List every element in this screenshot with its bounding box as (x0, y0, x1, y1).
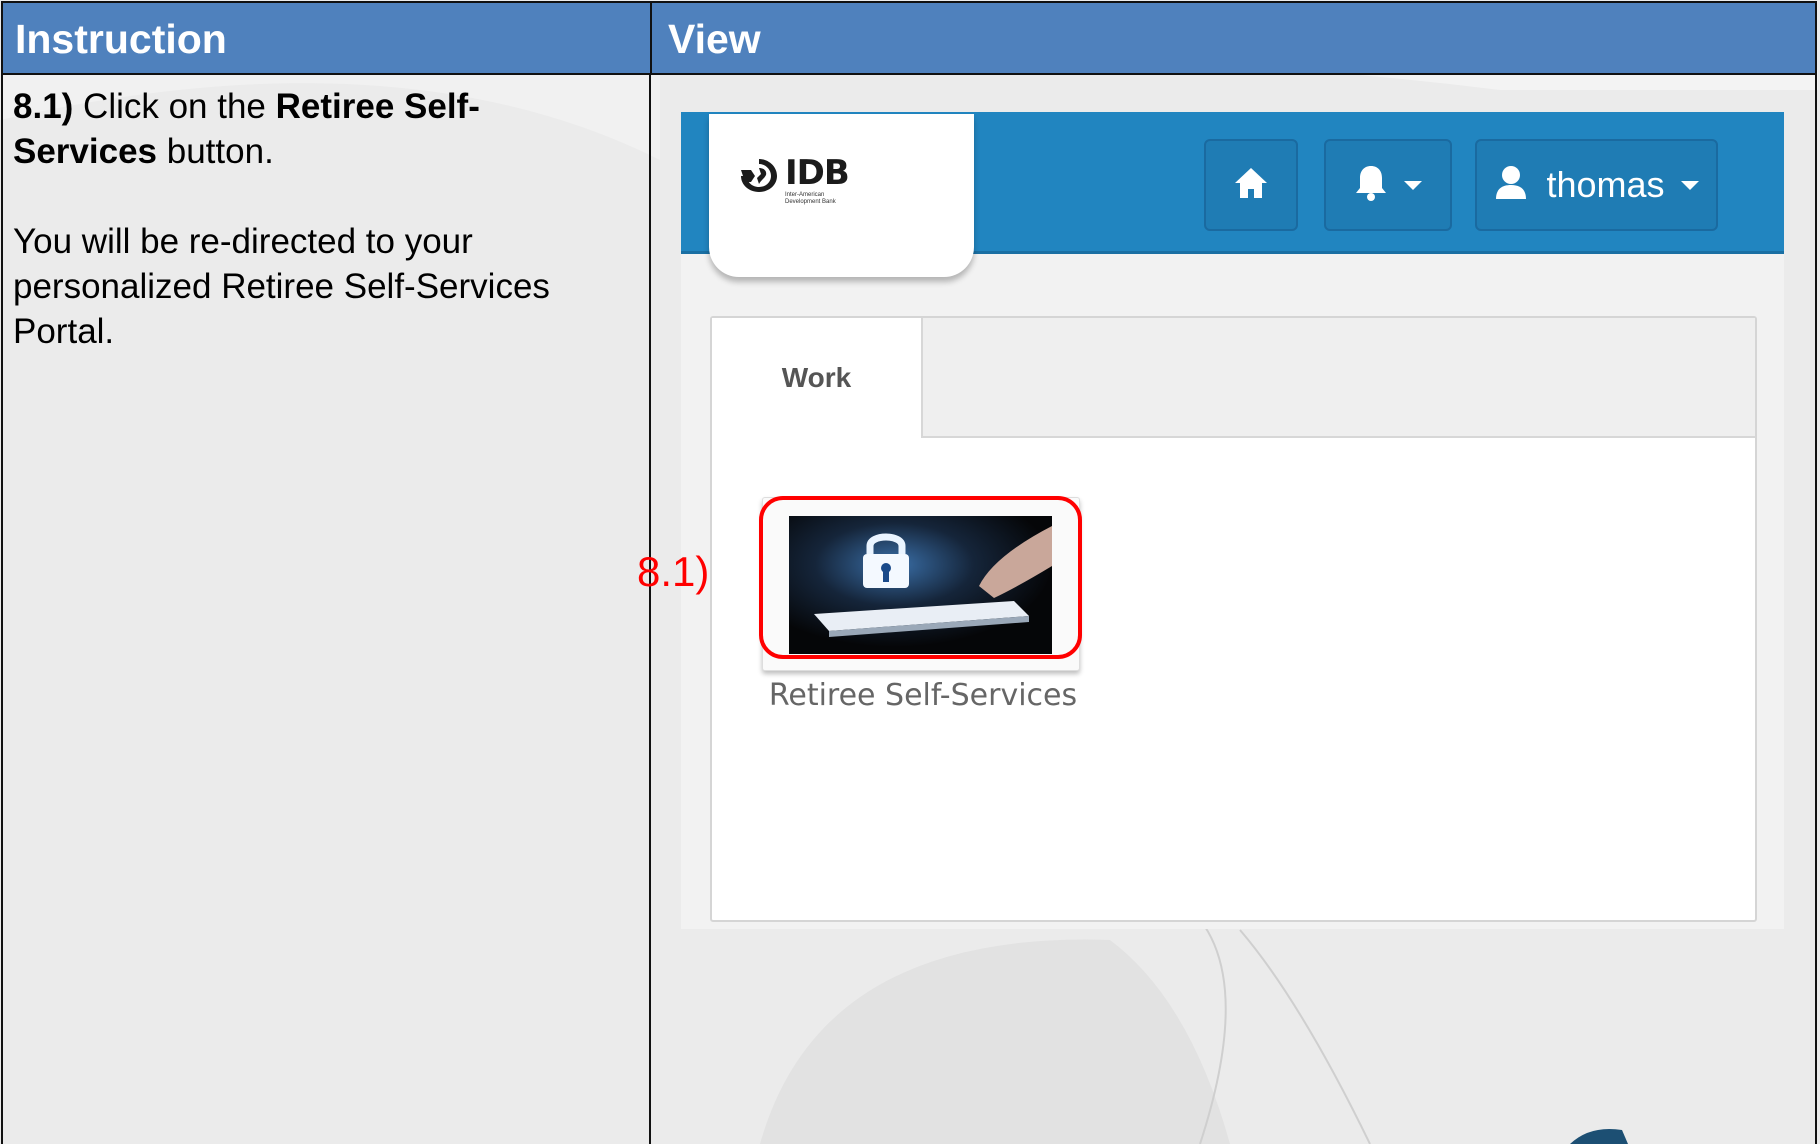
chevron-down-icon (1680, 180, 1699, 190)
instruction-click-prefix: Click on the (73, 87, 276, 126)
logo-card: IDB Inter-American Development Bank (709, 114, 974, 277)
view-column-header: View (650, 3, 1815, 75)
notifications-button[interactable] (1324, 139, 1452, 231)
user-name: thomas (1546, 164, 1665, 205)
instruction-redirect-note: You will be re-directed to your personal… (13, 222, 550, 351)
home-icon (1233, 166, 1269, 205)
user-menu-button[interactable]: thomas (1475, 139, 1718, 231)
idb-logo: IDB Inter-American Development Bank (737, 153, 850, 205)
logo-text: IDB (785, 153, 850, 193)
tab-bar: Work (712, 318, 1755, 438)
globe-logo-icon (741, 159, 777, 192)
chevron-down-icon (1404, 180, 1422, 190)
user-icon (1494, 165, 1528, 206)
instruction-text: 8.1) Click on the Retiree Self-Services … (13, 84, 623, 399)
step-annotation-label: 8.1) (637, 548, 710, 595)
logo-subtext: Inter-American Development Bank (785, 192, 836, 205)
instruction-step: 8.1) Click on the Retiree Self-Services … (13, 84, 623, 174)
column-divider (649, 75, 651, 1144)
instruction-click-suffix: button. (157, 132, 274, 171)
home-button[interactable] (1204, 139, 1298, 231)
bell-icon (1354, 164, 1388, 207)
tile-label[interactable]: Retiree Self-Services (765, 678, 1081, 713)
tab-work[interactable]: Work (712, 318, 923, 438)
step-number: 8.1) (13, 87, 74, 126)
instruction-column-header: Instruction (3, 3, 650, 75)
highlight-box (759, 496, 1082, 659)
